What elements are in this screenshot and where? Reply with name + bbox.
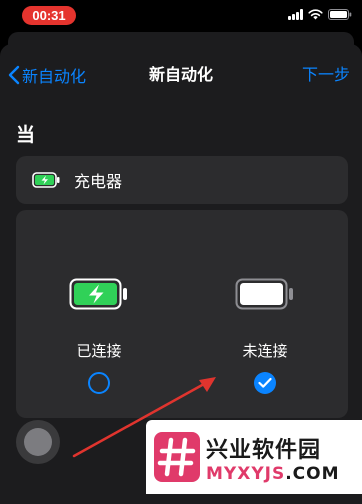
radio-disconnected[interactable] xyxy=(254,372,276,394)
back-button-label: 新自动化 xyxy=(22,67,87,86)
wifi-icon xyxy=(308,9,323,20)
back-button[interactable]: 新自动化 xyxy=(8,63,86,87)
status-icons xyxy=(288,9,352,20)
battery-charging-icon xyxy=(32,172,60,188)
trigger-row: 充电器 xyxy=(16,156,348,204)
connection-options: 已连接 未连接 xyxy=(16,210,348,418)
assistive-touch-button[interactable] xyxy=(16,420,60,464)
watermark: 兴业软件园 MYXYJS.COM xyxy=(146,420,362,494)
watermark-domain-suffix: .COM xyxy=(285,464,340,484)
trigger-label: 充电器 xyxy=(74,172,123,191)
option-disconnected-label: 未连接 xyxy=(242,342,288,360)
signal-icon xyxy=(288,9,303,20)
option-connected[interactable]: 已连接 xyxy=(16,210,182,418)
section-header: 当 xyxy=(16,124,36,146)
next-button[interactable]: 下一步 xyxy=(302,63,350,87)
hash-logo-icon xyxy=(154,432,200,482)
status-bar: 00:31 xyxy=(0,0,362,30)
watermark-name: 兴业软件园 xyxy=(206,438,322,463)
battery-charging-icon xyxy=(69,278,127,310)
nav-bar: 新自动化 新自动化 下一步 xyxy=(0,44,362,104)
option-disconnected[interactable]: 未连接 xyxy=(182,210,348,418)
battery-full-icon xyxy=(235,278,293,310)
status-time: 00:31 xyxy=(22,6,76,25)
chevron-left-icon xyxy=(8,65,20,85)
checkmark-icon xyxy=(258,377,272,388)
battery-icon xyxy=(328,9,352,20)
option-connected-label: 已连接 xyxy=(76,342,122,360)
watermark-domain: MYXYJS.COM xyxy=(206,464,340,484)
watermark-domain-prefix: MYXYJS xyxy=(206,464,286,484)
radio-connected[interactable] xyxy=(88,372,110,394)
